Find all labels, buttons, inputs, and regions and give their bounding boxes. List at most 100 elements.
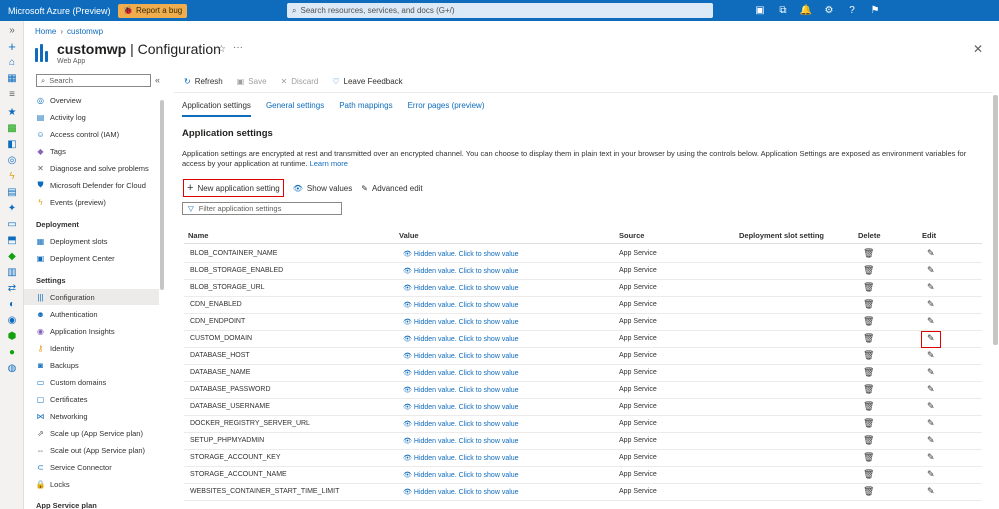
menu-item-custom-domains[interactable]: ▭ Custom domains [24,374,159,390]
edit-pencil-icon[interactable]: ✎ [927,469,935,480]
edit-pencil-icon[interactable]: ✎ [927,384,935,395]
content-scrollbar[interactable] [993,95,998,345]
notifications-icon[interactable]: 🔔 [800,5,812,17]
menu-item-overview[interactable]: ◎ Overview [24,92,159,108]
discard-button[interactable]: ✕ Discard [281,77,319,86]
refresh-button[interactable]: ↻ Refresh [184,77,223,86]
menu-item-networking[interactable]: ⋈ Networking [24,408,159,424]
delete-trash-icon[interactable]: 🗑 [863,248,874,259]
menu-item-access-control[interactable]: ☺ Access control (IAM) [24,126,159,142]
load-balancer-icon[interactable]: ⬒ [6,234,18,246]
edit-pencil-icon[interactable]: ✎ [927,282,935,293]
delete-trash-icon[interactable]: 🗑 [863,333,874,344]
menu-item-configuration[interactable]: ||| Configuration [24,289,159,305]
feedback-icon[interactable]: ⚑ [869,5,881,17]
edit-pencil-icon[interactable]: ✎ [927,350,935,361]
menu-item-scale-up[interactable]: ⇗ Scale up (App Service plan) [24,425,159,441]
leave-feedback-button[interactable]: ♡ Leave Feedback [332,77,402,86]
column-header-value[interactable]: Value [399,231,419,240]
delete-trash-icon[interactable]: 🗑 [863,299,874,310]
hidden-value-link[interactable]: 👁 Hidden value. Click to show value [403,454,519,463]
virtual-networks-icon[interactable]: ▥ [6,266,18,278]
edit-pencil-icon[interactable]: ✎ [927,486,935,497]
filter-settings-input[interactable]: ▽ Filter application settings [182,202,342,215]
menu-item-service-connector[interactable]: ⊂ Service Connector [24,459,159,475]
tab-path-mappings[interactable]: Path mappings [339,101,392,117]
menu-item-scale-out[interactable]: ⇔ Scale out (App Service plan) [24,442,159,458]
menu-item-identity[interactable]: ⚷ Identity [24,340,159,356]
hidden-value-link[interactable]: 👁 Hidden value. Click to show value [403,471,519,480]
home-icon[interactable]: ⌂ [6,56,18,68]
delete-trash-icon[interactable]: 🗑 [863,486,874,497]
advisor-icon[interactable]: ◉ [6,314,18,326]
delete-trash-icon[interactable]: 🗑 [863,367,874,378]
favorite-star-icon[interactable]: ☆ [217,44,226,55]
delete-trash-icon[interactable]: 🗑 [863,469,874,480]
portal-brand[interactable]: Microsoft Azure (Preview) [0,6,118,16]
menu-item-deployment-center[interactable]: ▣ Deployment Center [24,250,159,266]
delete-trash-icon[interactable]: 🗑 [863,316,874,327]
hidden-value-link[interactable]: 👁 Hidden value. Click to show value [403,352,519,361]
create-resource-icon[interactable]: + [6,39,18,54]
delete-trash-icon[interactable]: 🗑 [863,401,874,412]
delete-trash-icon[interactable]: 🗑 [863,350,874,361]
tab-application-settings[interactable]: Application settings [182,101,251,117]
settings-gear-icon[interactable]: ⚙ [823,5,835,17]
menu-item-deployment-slots[interactable]: ▦ Deployment slots [24,233,159,249]
close-blade-icon[interactable]: ✕ [973,42,983,56]
edit-pencil-icon[interactable]: ✎ [927,367,935,378]
menu-item-locks[interactable]: 🔒 Locks [24,476,159,492]
tab-error-pages[interactable]: Error pages (preview) [408,101,485,117]
menu-item-activity-log[interactable]: ▤ Activity log [24,109,159,125]
delete-trash-icon[interactable]: 🗑 [863,418,874,429]
resource-groups-icon[interactable]: ◧ [6,138,18,150]
expand-menu-icon[interactable]: » [6,24,18,36]
delete-trash-icon[interactable]: 🗑 [863,384,874,395]
menu-scrollbar[interactable] [160,100,164,290]
edit-pencil-icon[interactable]: ✎ [927,265,935,276]
hidden-value-link[interactable]: 👁 Hidden value. Click to show value [403,403,519,412]
entra-id-icon[interactable]: ⇄ [6,282,18,294]
hidden-value-link[interactable]: 👁 Hidden value. Click to show value [403,335,519,344]
hidden-value-link[interactable]: 👁 Hidden value. Click to show value [403,420,519,429]
all-services-icon[interactable]: ≡ [6,88,18,100]
delete-trash-icon[interactable]: 🗑 [863,265,874,276]
tab-general-settings[interactable]: General settings [266,101,324,117]
sql-database-icon[interactable]: ▤ [6,186,18,198]
help-support-icon[interactable]: ◍ [6,362,18,374]
hidden-value-link[interactable]: 👁 Hidden value. Click to show value [403,488,519,497]
edit-pencil-icon[interactable]: ✎ [927,248,935,259]
menu-search-input[interactable]: ⌕ Search [36,74,151,87]
virtual-machines-icon[interactable]: ▭ [6,218,18,230]
menu-item-app-insights[interactable]: ◉ Application Insights [24,323,159,339]
all-resources-icon[interactable]: ▩ [6,122,18,134]
report-bug-button[interactable]: 🐞 Report a bug [118,3,188,18]
menu-item-defender[interactable]: ⛊ Microsoft Defender for Cloud [24,177,159,193]
menu-item-backups[interactable]: ◙ Backups [24,357,159,373]
breadcrumb-home[interactable]: Home [35,27,56,36]
directory-filter-icon[interactable]: ⧉ [777,5,789,17]
edit-pencil-icon[interactable]: ✎ [927,401,935,412]
edit-pencil-icon[interactable]: ✎ [927,418,935,429]
menu-item-tags[interactable]: ◆ Tags [24,143,159,159]
monitor-icon[interactable]: ◐ [6,298,18,310]
more-options-icon[interactable]: ··· [233,42,243,53]
new-application-setting-button[interactable]: + New application setting [183,179,284,197]
global-search-input[interactable]: ⌕ Search resources, services, and docs (… [287,3,713,18]
edit-pencil-icon[interactable]: ✎ [927,316,935,327]
delete-trash-icon[interactable]: 🗑 [863,435,874,446]
column-header-source[interactable]: Source [619,231,644,240]
hidden-value-link[interactable]: 👁 Hidden value. Click to show value [403,250,519,259]
breadcrumb-resource[interactable]: customwp [67,27,103,36]
delete-trash-icon[interactable]: 🗑 [863,282,874,293]
hidden-value-link[interactable]: 👁 Hidden value. Click to show value [403,318,519,327]
edit-pencil-icon[interactable]: ✎ [927,435,935,446]
menu-item-certificates[interactable]: ▢ Certificates [24,391,159,407]
storage-accounts-icon[interactable]: ◆ [6,250,18,262]
menu-item-diagnose[interactable]: ✕ Diagnose and solve problems [24,160,159,176]
learn-more-link[interactable]: Learn more [310,159,348,168]
advanced-edit-button[interactable]: ✎ Advanced edit [361,179,422,197]
app-services-icon[interactable]: ◎ [6,154,18,166]
help-icon[interactable]: ? [846,5,858,17]
edit-pencil-icon[interactable]: ✎ [927,299,935,310]
